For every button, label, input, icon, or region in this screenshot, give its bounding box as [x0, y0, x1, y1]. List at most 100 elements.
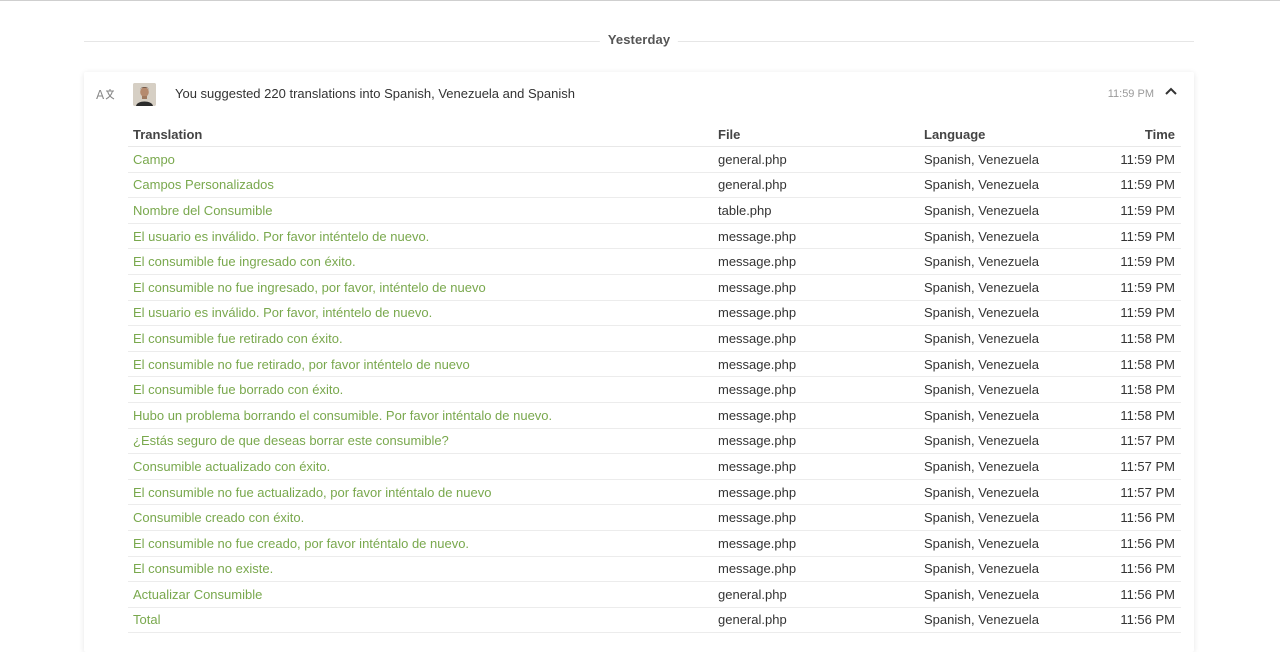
file-cell: message.php — [713, 376, 919, 403]
language-cell: Spanish, Venezuela — [919, 453, 1084, 480]
table-row: ¿Estás seguro de que deseas borrar este … — [128, 428, 1181, 455]
time-cell: 11:59 PM — [1084, 197, 1181, 224]
language-cell: Spanish, Venezuela — [919, 223, 1084, 250]
translation-link[interactable]: El usuario es inválido. Por favor, intén… — [133, 305, 432, 320]
table-header-row: Translation File Language Time — [128, 122, 1181, 147]
translation-link[interactable]: Consumible creado con éxito. — [133, 510, 304, 525]
table-row: El consumible no fue retirado, por favor… — [128, 351, 1181, 378]
translation-link[interactable]: Campos Personalizados — [133, 177, 274, 192]
table-row: El consumible no fue creado, por favor i… — [128, 530, 1181, 557]
time-cell: 11:59 PM — [1084, 274, 1181, 301]
top-border — [0, 0, 1280, 1]
language-cell: Spanish, Venezuela — [919, 428, 1084, 455]
language-cell: Spanish, Venezuela — [919, 300, 1084, 327]
header-time: Time — [1084, 122, 1181, 147]
table-row: El usuario es inválido. Por favor intént… — [128, 223, 1181, 250]
file-cell: message.php — [713, 428, 919, 455]
translation-cell: Total — [128, 607, 713, 634]
time-cell: 11:56 PM — [1084, 556, 1181, 583]
table-row: Campos Personalizados general.php Spanish,… — [128, 172, 1181, 199]
translation-link[interactable]: El consumible no fue ingresado, por favo… — [133, 280, 486, 295]
file-cell: message.php — [713, 248, 919, 275]
time-cell: 11:57 PM — [1084, 479, 1181, 506]
translation-cell: Hubo un problema borrando el consumible.… — [128, 402, 713, 429]
translate-icon: A — [96, 86, 116, 104]
table-row: El usuario es inválido. Por favor, intén… — [128, 300, 1181, 327]
table-row: Consumible actualizado con éxito. message… — [128, 453, 1181, 480]
time-cell: 11:56 PM — [1084, 581, 1181, 608]
chevron-up-icon[interactable] — [1164, 85, 1178, 99]
time-cell: 11:58 PM — [1084, 376, 1181, 403]
translation-link[interactable]: El consumible no fue actualizado, por fa… — [133, 485, 491, 500]
translation-cell: Consumible creado con éxito. — [128, 504, 713, 531]
table-row: Consumible creado con éxito. message.php S… — [128, 504, 1181, 531]
file-cell: general.php — [713, 607, 919, 634]
day-divider: Yesterday — [84, 30, 1194, 52]
time-cell: 11:59 PM — [1084, 172, 1181, 199]
file-cell: general.php — [713, 172, 919, 199]
translation-link[interactable]: El consumible fue retirado con éxito. — [133, 331, 343, 346]
translation-link[interactable]: Hubo un problema borrando el consumible.… — [133, 408, 552, 423]
translation-link[interactable]: El consumible no existe. — [133, 561, 273, 576]
file-cell: message.php — [713, 402, 919, 429]
language-cell: Spanish, Venezuela — [919, 274, 1084, 301]
table-row: El consumible no existe. message.php Spani… — [128, 556, 1181, 583]
translation-link[interactable]: Total — [133, 612, 160, 627]
translation-link[interactable]: ¿Estás seguro de que deseas borrar este … — [133, 433, 449, 448]
time-cell: 11:59 PM — [1084, 223, 1181, 250]
translation-cell: Actualizar Consumible — [128, 581, 713, 608]
file-cell: message.php — [713, 300, 919, 327]
translation-cell: Campos Personalizados — [128, 172, 713, 199]
file-cell: table.php — [713, 197, 919, 224]
translation-link[interactable]: Nombre del Consumible — [133, 203, 272, 218]
language-cell: Spanish, Venezuela — [919, 504, 1084, 531]
translation-cell: El consumible no fue creado, por favor i… — [128, 530, 713, 557]
header-language: Language — [919, 122, 1084, 147]
translation-cell: El usuario es inválido. Por favor, intén… — [128, 300, 713, 327]
time-cell: 11:58 PM — [1084, 325, 1181, 352]
table-row: Hubo un problema borrando el consumible.… — [128, 402, 1181, 429]
file-cell: general.php — [713, 146, 919, 173]
activity-time: 11:59 PM — [1107, 88, 1154, 100]
time-cell: 11:59 PM — [1084, 146, 1181, 173]
translation-link[interactable]: El consumible fue borrado con éxito. — [133, 382, 343, 397]
time-cell: 11:59 PM — [1084, 300, 1181, 327]
table-row: El consumible fue borrado con éxito. mess… — [128, 376, 1181, 403]
translation-link[interactable]: El consumible no fue retirado, por favor… — [133, 357, 470, 372]
language-cell: Spanish, Venezuela — [919, 530, 1084, 557]
file-cell: message.php — [713, 351, 919, 378]
time-cell: 11:56 PM — [1084, 607, 1181, 634]
language-cell: Spanish, Venezuela — [919, 556, 1084, 583]
file-cell: message.php — [713, 223, 919, 250]
translation-cell: El consumible fue borrado con éxito. — [128, 376, 713, 403]
time-cell: 11:58 PM — [1084, 351, 1181, 378]
translation-cell: El consumible fue retirado con éxito. — [128, 325, 713, 352]
translation-link[interactable]: El consumible no fue creado, por favor i… — [133, 536, 469, 551]
activity-header[interactable]: A You suggested 220 translations into Sp… — [84, 72, 1194, 118]
file-cell: message.php — [713, 556, 919, 583]
translation-cell: El consumible no fue ingresado, por favo… — [128, 274, 713, 301]
svg-text:A: A — [96, 88, 105, 102]
avatar[interactable] — [133, 83, 156, 106]
translation-link[interactable]: Actualizar Consumible — [133, 587, 262, 602]
translation-cell: Consumible actualizado con éxito. — [128, 453, 713, 480]
table-row: El consumible no fue ingresado, por favo… — [128, 274, 1181, 301]
activity-summary: You suggested 220 translations into Span… — [175, 86, 575, 101]
file-cell: message.php — [713, 479, 919, 506]
translation-link[interactable]: Campo — [133, 152, 175, 167]
translation-link[interactable]: El usuario es inválido. Por favor intént… — [133, 229, 429, 244]
time-cell: 11:59 PM — [1084, 248, 1181, 275]
header-file: File — [713, 122, 919, 147]
time-cell: 11:58 PM — [1084, 402, 1181, 429]
translation-cell: ¿Estás seguro de que deseas borrar este … — [128, 428, 713, 455]
file-cell: message.php — [713, 274, 919, 301]
day-divider-label: Yesterday — [599, 32, 679, 47]
time-cell: 11:57 PM — [1084, 453, 1181, 480]
language-cell: Spanish, Venezuela — [919, 351, 1084, 378]
file-cell: message.php — [713, 325, 919, 352]
table-row: Total general.php Spanish, Venezuela 11:56 … — [128, 607, 1181, 634]
translation-link[interactable]: El consumible fue ingresado con éxito. — [133, 254, 356, 269]
translation-link[interactable]: Consumible actualizado con éxito. — [133, 459, 330, 474]
translation-cell: El consumible no fue actualizado, por fa… — [128, 479, 713, 506]
translation-cell: El consumible no existe. — [128, 556, 713, 583]
